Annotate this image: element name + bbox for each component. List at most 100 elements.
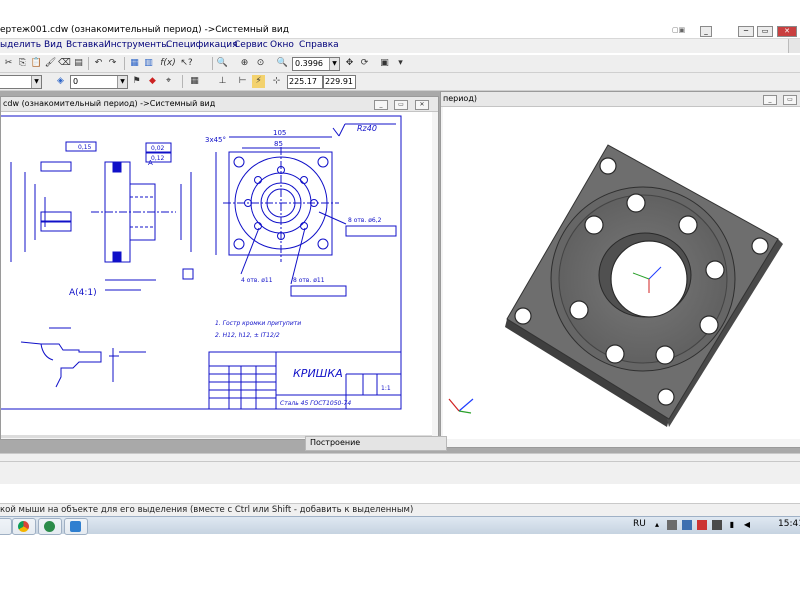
drawing-window-title: cdw (ознакомительный период) ->Системный… [3, 99, 216, 108]
chrome-icon[interactable] [12, 518, 36, 535]
drawing-maximize-button[interactable]: ▭ [394, 100, 408, 110]
model-window-titlebar: период) _ ▭ [441, 92, 800, 107]
mini-minimize-button[interactable]: _ [700, 26, 712, 37]
language-indicator[interactable]: RU [633, 519, 646, 529]
zoom-scale-icon[interactable]: 🔍 [276, 57, 289, 70]
close-button[interactable]: ✕ [777, 26, 797, 37]
cursor-coords-icon[interactable]: ⊹ [270, 75, 283, 88]
dim-85: 85 [274, 140, 283, 148]
drawing-window-titlebar: cdw (ознакомительный период) ->Системный… [1, 97, 438, 112]
right-panel-tab[interactable] [788, 39, 800, 53]
tolerance-1: 0,15 [78, 144, 92, 151]
tray-volume-icon[interactable]: ◀ [742, 520, 752, 530]
paste-icon[interactable]: 📋 [30, 57, 43, 70]
menu-item-insert[interactable]: Вставка [66, 40, 104, 50]
chevron-down-icon: ▼ [329, 58, 339, 70]
scale-value: 0.3996 [295, 59, 323, 68]
tray-app-icon[interactable] [667, 520, 677, 530]
holes-left: 4 отв. ø11 [241, 277, 273, 284]
tray-battery-icon[interactable] [712, 520, 722, 530]
tech-note-1: 1. Гостр кромки притупити [215, 320, 301, 327]
undo-icon[interactable]: ↶ [92, 57, 105, 70]
cut-icon[interactable]: ✂ [2, 57, 15, 70]
style-select[interactable]: ▼ [0, 75, 42, 89]
section-label: A(4:1) [69, 288, 97, 298]
model-window-title: период) [443, 94, 477, 103]
model-minimize-button[interactable]: _ [763, 95, 777, 105]
ortho-icon[interactable]: ⊥ [216, 75, 229, 88]
menu-item-tools[interactable]: Инструменты [104, 40, 168, 50]
roughness-label: Rz40 [357, 124, 377, 133]
grid-view-icon[interactable]: ▣ [378, 57, 391, 70]
drawing-minimize-button[interactable]: _ [374, 100, 388, 110]
tolerance-2: 0,02 [151, 145, 165, 152]
menu-item-window[interactable]: Окно [270, 40, 294, 50]
standard-toolbar: ✂ ⎘ 📋 🖌 ⌫ ▤ ↶ ↷ ▦ ▥ f(x) ↖? 🔍 ⊕ ⊙ 🔍 0.39… [0, 55, 800, 73]
maximize-button[interactable]: ▭ [757, 26, 773, 37]
bluetooth-icon[interactable] [38, 518, 62, 535]
sheet-scale: 1:1 [381, 385, 391, 392]
tree-tab-label: Построение [310, 438, 361, 447]
layer-select[interactable]: 0 ▼ [70, 75, 128, 89]
taskbar: RU ▴ ▮ ◀ 15:41 [0, 516, 800, 535]
layer-value: 0 [73, 77, 79, 86]
more-tools-icon[interactable]: ▾ [394, 57, 407, 70]
menu-item-select[interactable]: ыделить [0, 40, 41, 50]
tray-network-icon[interactable] [682, 520, 692, 530]
menu-item-help[interactable]: Справка [299, 40, 339, 50]
clear-icon[interactable]: ⌫ [58, 57, 71, 70]
layers-icon[interactable]: ◈ [54, 75, 67, 88]
part-name: КРИШКА [293, 367, 343, 380]
model-maximize-button[interactable]: ▭ [783, 95, 797, 105]
coord-x-field[interactable]: 225.17 [287, 75, 323, 89]
material-label: Сталь 45 ГОСТ1050-74 [280, 400, 351, 407]
local-cs-icon[interactable]: ⊢ [236, 75, 249, 88]
app-mini-icons: ▢▣ [672, 26, 686, 34]
current-state-toolbar: ▼ ◈ 0 ▼ ⚑ ◆ ⌖ ▦ ⊥ ⊢ ⚡ ⊹ 225.17 229.91 [0, 73, 800, 91]
drawing-canvas[interactable]: A A(4:1) Rz40 105 85 3x45° 4 отв. ø11 8 … [0, 112, 432, 435]
menu-item-service[interactable]: Сервис [234, 40, 268, 50]
menu-item-specification[interactable]: Спецификация [166, 40, 238, 50]
color-icon[interactable]: ◆ [146, 75, 159, 88]
scale-select[interactable]: 0.3996 ▼ [292, 57, 340, 71]
snaps-toggle-icon[interactable]: ⚡ [252, 75, 265, 88]
zoom-in-icon[interactable]: ⊕ [238, 57, 251, 70]
fx-icon[interactable]: f(x) [158, 57, 178, 70]
model-window: период) _ ▭ [440, 91, 800, 448]
zoom-all-icon[interactable]: ⊙ [254, 57, 267, 70]
menu-bar: ыделить Вид Вставка Инструменты Специфик… [0, 39, 800, 53]
drawing-window: cdw (ознакомительный период) ->Системный… [0, 96, 439, 440]
drawing-close-button[interactable]: ✕ [415, 100, 429, 110]
status-text: кой мыши на объекте для его выделения (в… [0, 505, 414, 515]
help-pointer-icon[interactable]: ↖? [180, 57, 193, 70]
model-viewport[interactable] [443, 107, 800, 439]
workspace: cdw (ознакомительный период) ->Системный… [0, 91, 800, 453]
minimize-button[interactable]: ─ [738, 26, 754, 37]
tray-flag-icon[interactable] [697, 520, 707, 530]
save-icon[interactable]: ▤ [72, 57, 85, 70]
window-title: ертеж001.cdw (ознакомительный период) ->… [0, 25, 289, 35]
tray-signal-icon[interactable]: ▮ [727, 520, 737, 530]
start-button[interactable] [0, 518, 12, 535]
windows-icon[interactable] [64, 518, 88, 535]
pan-icon[interactable]: ✥ [343, 57, 356, 70]
refresh-icon[interactable]: ⟳ [358, 57, 371, 70]
holes-right: 8 отв. ø6,2 [348, 217, 382, 224]
grid-icon[interactable]: ▦ [188, 75, 201, 88]
redo-icon[interactable]: ↷ [106, 57, 119, 70]
library-icon[interactable]: ▥ [142, 57, 155, 70]
menu-item-view[interactable]: Вид [44, 40, 62, 50]
title-bar: ертеж001.cdw (ознакомительный период) ->… [0, 24, 800, 39]
tree-tab[interactable]: Построение [305, 436, 447, 451]
properties-icon[interactable]: ⚑ [130, 75, 143, 88]
coord-y-field[interactable]: 229.91 [323, 75, 356, 89]
tray-up-arrow-icon[interactable]: ▴ [652, 520, 662, 530]
manager-icon[interactable]: ▦ [128, 57, 141, 70]
copy-icon[interactable]: ⎘ [16, 57, 29, 70]
technical-drawing: A A(4:1) Rz40 105 85 3x45° 4 отв. ø11 8 … [0, 115, 402, 410]
zoom-window-icon[interactable]: 🔍 [216, 57, 229, 70]
status-bar: кой мыши на объекте для его выделения (в… [0, 503, 800, 517]
format-icon[interactable]: 🖌 [44, 57, 57, 70]
sheet-frame [0, 115, 402, 410]
snap-icon[interactable]: ⌖ [162, 75, 175, 88]
